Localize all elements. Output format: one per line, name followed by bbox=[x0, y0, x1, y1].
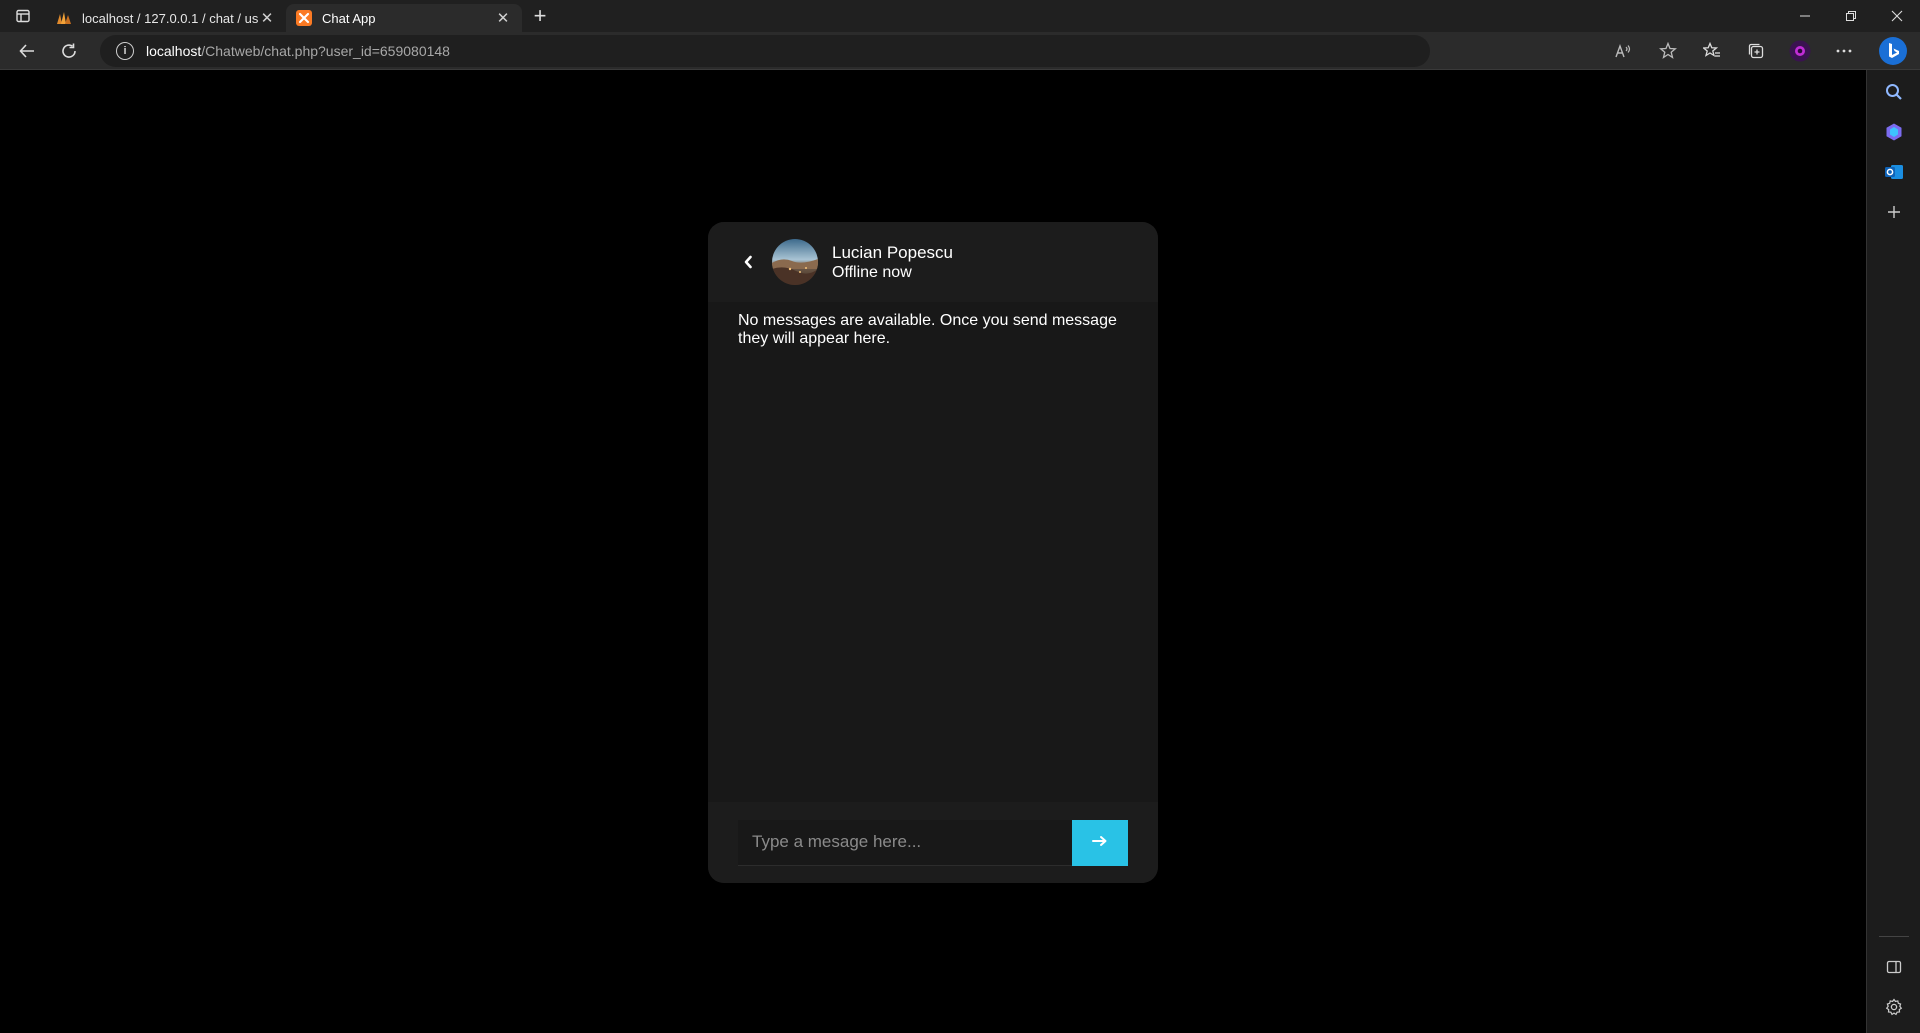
message-form bbox=[708, 802, 1158, 883]
contact-status: Offline now bbox=[832, 263, 912, 281]
hide-sidebar-icon[interactable] bbox=[1876, 949, 1912, 985]
contact-name: Lucian Popescu bbox=[832, 242, 953, 262]
phpmyadmin-icon bbox=[56, 10, 72, 26]
search-icon[interactable] bbox=[1876, 74, 1912, 110]
send-button[interactable] bbox=[1072, 819, 1128, 866]
sidebar-bottom bbox=[1876, 936, 1912, 1025]
copilot-icon[interactable] bbox=[1876, 114, 1912, 150]
page-viewport: Lucian Popescu Offline now No messages a… bbox=[0, 71, 1866, 1033]
avatar bbox=[772, 239, 818, 285]
tab-actions-icon[interactable] bbox=[0, 0, 46, 32]
header-details: Lucian Popescu Offline now bbox=[832, 243, 953, 282]
back-arrow-icon[interactable] bbox=[6, 34, 48, 68]
empty-state-text: No messages are available. Once you send… bbox=[738, 312, 1117, 347]
tab-phpmyadmin[interactable]: localhost / 127.0.0.1 / chat / users ✕ bbox=[46, 4, 286, 32]
close-tab-icon[interactable]: ✕ bbox=[494, 9, 512, 27]
url-path: /Chatweb/chat.php?user_id=659080148 bbox=[201, 43, 450, 59]
sidebar-divider bbox=[1878, 936, 1909, 937]
message-input[interactable] bbox=[738, 819, 1072, 866]
favorites-icon[interactable] bbox=[1690, 34, 1734, 68]
minimize-icon[interactable] bbox=[1782, 0, 1828, 32]
arrow-right-icon bbox=[1092, 835, 1108, 850]
more-options-icon[interactable] bbox=[1822, 34, 1866, 68]
read-aloud-icon[interactable] bbox=[1602, 34, 1646, 68]
url-text: localhost/Chatweb/chat.php?user_id=65908… bbox=[146, 43, 450, 59]
close-window-icon[interactable] bbox=[1874, 0, 1920, 32]
profile-avatar[interactable] bbox=[1778, 34, 1822, 68]
back-chevron-icon[interactable] bbox=[738, 252, 758, 272]
refresh-icon[interactable] bbox=[48, 34, 90, 68]
add-sidebar-app-icon[interactable] bbox=[1876, 194, 1912, 230]
outlook-icon[interactable] bbox=[1876, 154, 1912, 190]
chat-messages-area[interactable]: No messages are available. Once you send… bbox=[708, 302, 1158, 802]
toolbar-actions bbox=[1602, 32, 1920, 70]
address-bar[interactable]: i localhost/Chatweb/chat.php?user_id=659… bbox=[100, 35, 1430, 67]
chat-panel: Lucian Popescu Offline now No messages a… bbox=[708, 222, 1158, 883]
browser-toolbar: i localhost/Chatweb/chat.php?user_id=659… bbox=[0, 32, 1920, 70]
new-tab-button[interactable]: + bbox=[522, 0, 558, 32]
window-controls bbox=[1782, 0, 1920, 32]
restore-icon[interactable] bbox=[1828, 0, 1874, 32]
edge-sidebar bbox=[1866, 70, 1920, 1033]
tab-title: localhost / 127.0.0.1 / chat / users bbox=[82, 10, 258, 26]
collections-icon[interactable] bbox=[1734, 34, 1778, 68]
close-tab-icon[interactable]: ✕ bbox=[258, 9, 276, 27]
settings-gear-icon[interactable] bbox=[1876, 989, 1912, 1025]
site-info-icon[interactable]: i bbox=[116, 42, 134, 60]
url-host: localhost bbox=[146, 43, 202, 59]
xampp-icon bbox=[296, 10, 312, 26]
bing-copilot-icon[interactable] bbox=[1866, 34, 1920, 68]
tab-title: Chat App bbox=[322, 10, 376, 26]
chat-header: Lucian Popescu Offline now bbox=[708, 222, 1158, 302]
add-favorite-icon[interactable] bbox=[1646, 34, 1690, 68]
browser-tab-bar: localhost / 127.0.0.1 / chat / users ✕ C… bbox=[0, 0, 1920, 32]
tab-chat-app[interactable]: Chat App ✕ bbox=[286, 4, 522, 32]
